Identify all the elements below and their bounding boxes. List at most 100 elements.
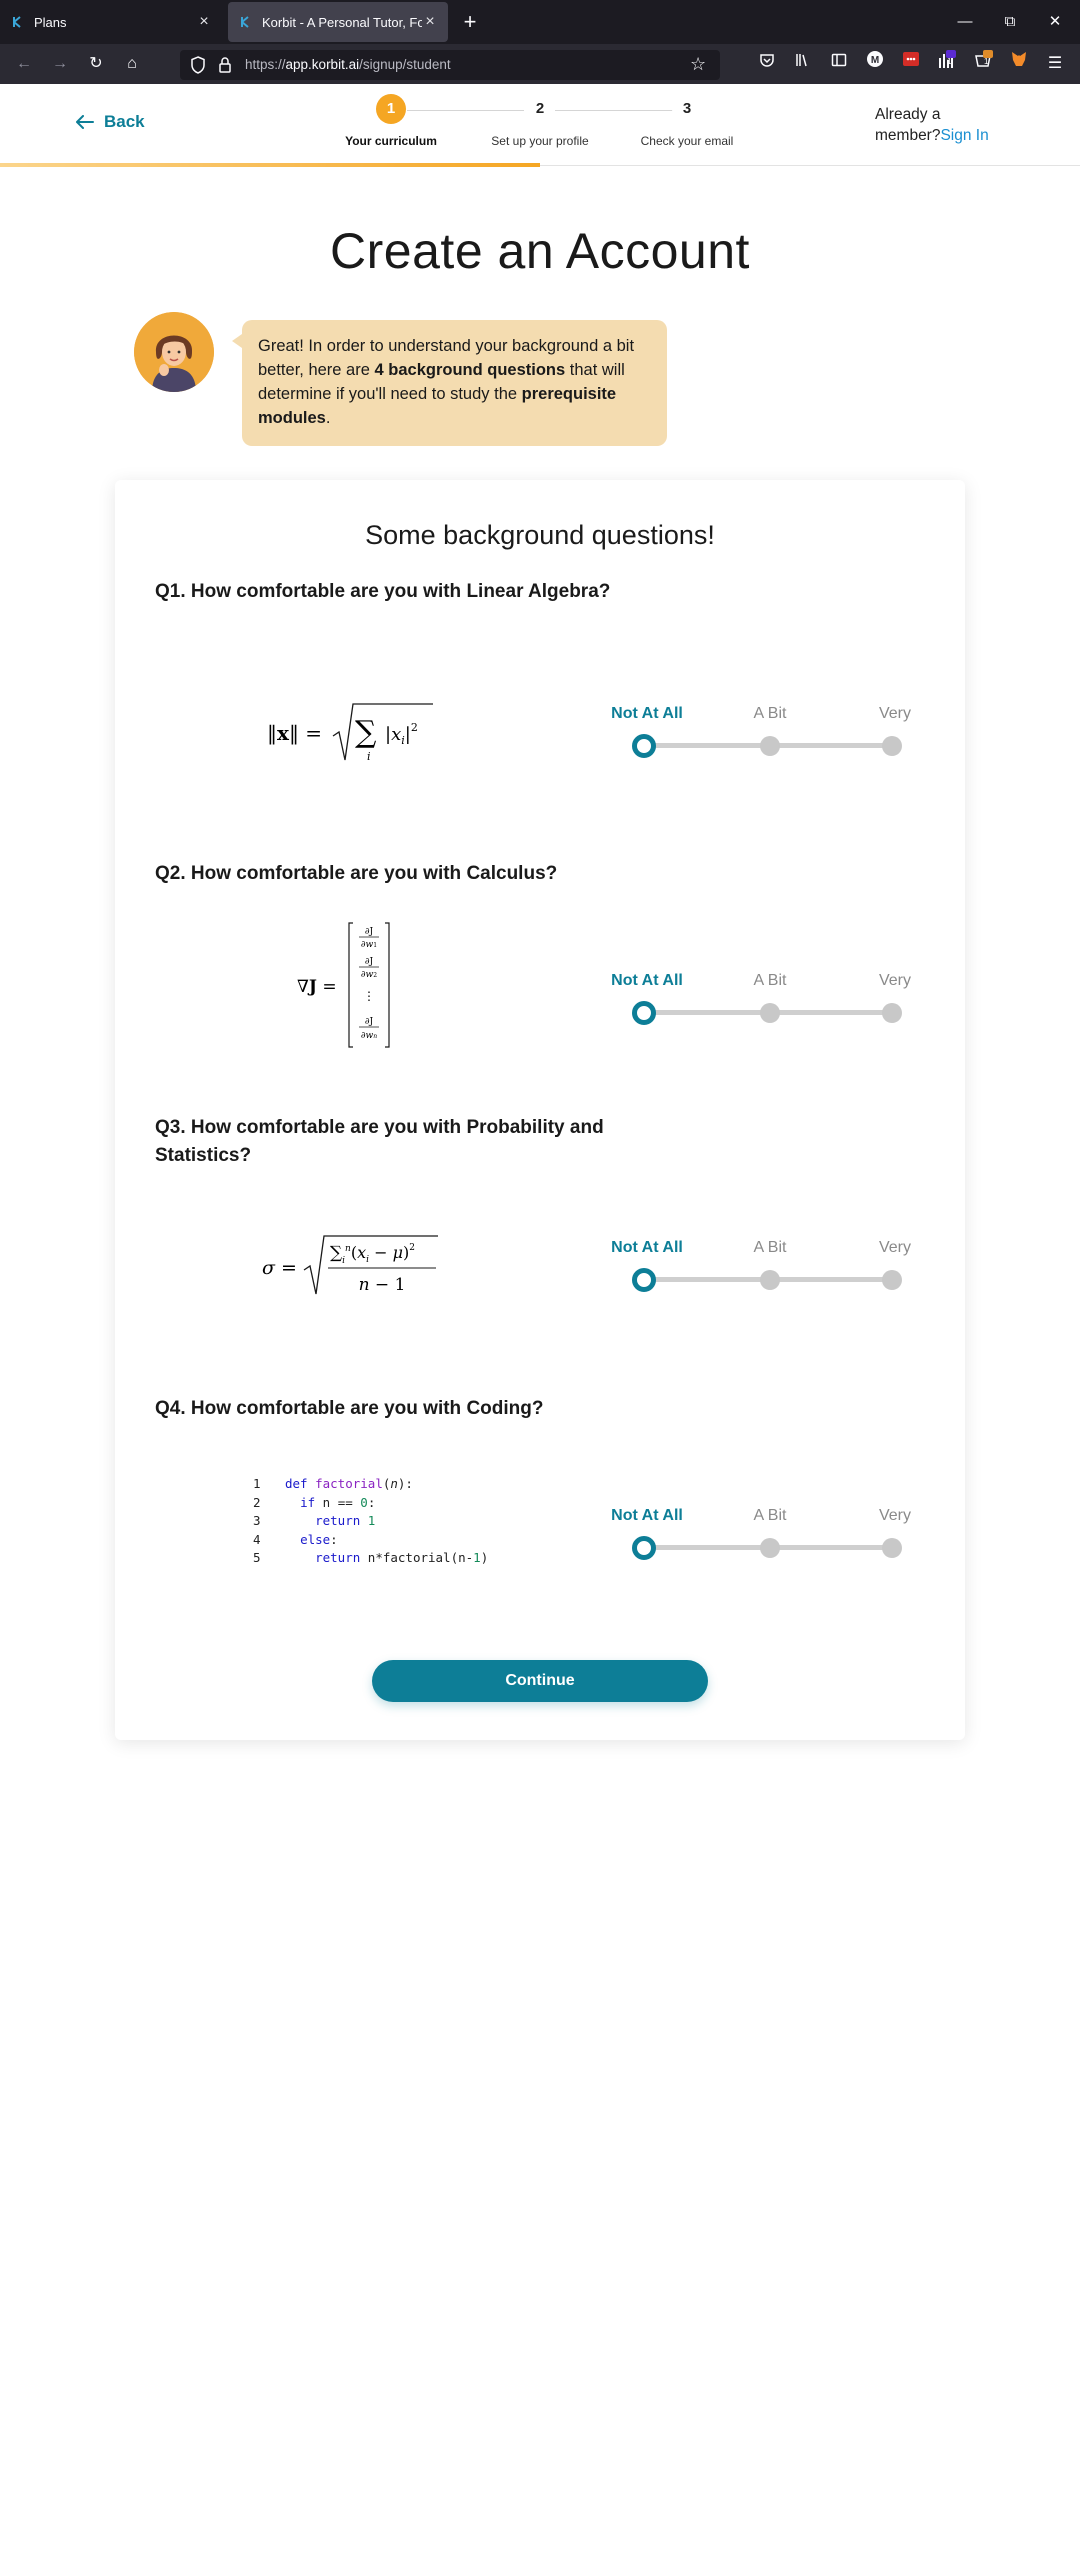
browser-nav-bar: ← → ↻ ⌂ https://app.korbit.ai/signup/stu… [0,44,1080,84]
step-set-up-profile: 2 Set up your profile [475,94,605,148]
restore-icon[interactable]: ⧉ [996,8,1024,36]
korbit-favicon-icon [238,15,252,29]
home-icon[interactable]: ⌂ [118,50,146,78]
url-text[interactable]: https://app.korbit.ai/signup/student [245,57,451,72]
intro-bold-questions: 4 background questions [374,361,566,379]
tutor-avatar [134,312,214,392]
slider-stop-a-bit[interactable] [760,1270,780,1290]
forward-arrow-icon[interactable]: → [46,50,74,78]
slider-handle[interactable] [632,1001,656,1025]
step-your-curriculum: 1 Your curriculum [326,94,456,148]
library-icon[interactable] [789,50,817,78]
slider-label-very[interactable]: Very [879,705,911,723]
step-number: 1 [376,94,406,124]
lastpass-icon[interactable] [897,50,925,78]
url-prefix: https:// [245,57,286,72]
question-3: Q3. How comfortable are you with Probabi… [155,1117,604,1166]
code-line-number: 3 [253,1513,261,1528]
url-path: /signup/student [359,57,451,72]
intro-text: . [325,409,331,427]
svg-text:∂J: ∂J [365,957,374,967]
url-bar[interactable]: https://app.korbit.ai/signup/student ☆ [180,50,720,80]
svg-text:σ =: σ = [262,1257,297,1279]
tab-korbit[interactable]: Korbit - A Personal Tutor, For Eve × [228,2,448,42]
svg-text:∂w2: ∂w2 [361,970,377,980]
back-label: Back [104,112,145,131]
svg-text:∂J: ∂J [365,927,374,937]
korbit-favicon-icon [10,15,24,29]
slider-label-a-bit[interactable]: A Bit [754,1507,787,1525]
sidebar-icon[interactable] [825,50,853,78]
m-extension-icon[interactable]: M [861,50,889,78]
step-number: 2 [525,94,555,124]
code-line-number: 1 [253,1476,261,1491]
slider-label-very[interactable]: Very [879,1239,911,1257]
svg-text:∇J =: ∇J = [297,977,337,997]
slider-label-not-at-all[interactable]: Not At All [611,1507,683,1525]
slider-label-a-bit[interactable]: A Bit [754,1239,787,1257]
step-number: 3 [672,94,702,124]
q1-comfort-slider[interactable]: Not At All A Bit Very [610,705,930,765]
shield-icon[interactable] [190,56,206,79]
slider-handle[interactable] [632,1268,656,1292]
step-check-email: 3 Check your email [622,94,752,148]
code-line-number: 2 [253,1494,261,1510]
q3-comfort-slider[interactable]: Not At All A Bit Very [610,1239,930,1299]
slider-stop-a-bit[interactable] [760,1003,780,1023]
code-line-number: 5 [253,1550,261,1565]
slider-label-a-bit[interactable]: A Bit [754,705,787,723]
pocket-icon[interactable] [753,50,781,78]
tab-plans[interactable]: Plans × [0,2,222,42]
already-member-text: Already a member? [875,106,941,144]
svg-text:|xi|2: |xi|2 [385,721,418,747]
back-link[interactable]: Back [76,112,145,132]
slider-handle[interactable] [632,734,656,758]
hamburger-menu-icon[interactable]: ☰ [1041,50,1069,78]
bookmark-star-icon[interactable]: ☆ [690,54,706,75]
close-tab-icon[interactable]: × [422,13,438,31]
slider-stop-very[interactable] [882,1538,902,1558]
svg-text:∑in(xi − μ)2: ∑in(xi − μ)2 [330,1243,415,1266]
notification-badge: 1 [984,57,989,66]
browser-tab-bar: Plans × Korbit - A Personal Tutor, For E… [0,0,1080,44]
continue-button[interactable]: Continue [372,1660,708,1702]
signup-progress-bar [0,163,540,167]
q4-comfort-slider[interactable]: Not At All A Bit Very [610,1507,930,1567]
close-window-icon[interactable]: ✕ [1041,8,1069,36]
q2-comfort-slider[interactable]: Not At All A Bit Very [610,972,930,1032]
lock-icon[interactable] [218,56,232,79]
card-title: Some background questions! [365,520,715,550]
slider-stop-very[interactable] [882,1003,902,1023]
slider-label-a-bit[interactable]: A Bit [754,972,787,990]
svg-text:∂J: ∂J [365,1017,374,1027]
back-arrow-icon[interactable]: ← [10,50,38,78]
slider-stop-very[interactable] [882,736,902,756]
page-title: Create an Account [330,223,750,279]
svg-text:i: i [367,750,371,763]
slider-label-not-at-all[interactable]: Not At All [611,972,683,990]
metamask-fox-icon[interactable] [1005,50,1033,78]
step-label: Check your email [640,134,734,148]
slider-handle[interactable] [632,1536,656,1560]
svg-text:∑: ∑ [355,715,377,750]
slider-stop-very[interactable] [882,1270,902,1290]
stats-extension-icon[interactable]: 1 [933,50,961,78]
slider-label-very[interactable]: Very [879,972,911,990]
step-label: Your curriculum [345,134,437,148]
slider-label-very[interactable]: Very [879,1507,911,1525]
question-1: Q1. How comfortable are you with Linear … [155,581,611,602]
std-dev-formula: σ = ∑in(xi − μ)2 n − 1 [215,1230,485,1300]
slider-stop-a-bit[interactable] [760,1538,780,1558]
svg-text:M: M [871,55,879,66]
sign-in-link[interactable]: Sign In [940,127,988,144]
minimize-icon[interactable]: — [951,8,979,36]
shop-extension-icon[interactable]: 1 [969,50,997,78]
reload-icon[interactable]: ↻ [82,50,110,78]
new-tab-button[interactable]: + [458,8,482,36]
norm-formula: ‖x‖ = ∑ i |xi|2 [215,698,485,768]
slider-label-not-at-all[interactable]: Not At All [611,1239,683,1257]
close-tab-icon[interactable]: × [196,13,212,31]
slider-stop-a-bit[interactable] [760,736,780,756]
background-questions-card: Some background questions! Q1. How comfo… [115,480,965,1740]
slider-label-not-at-all[interactable]: Not At All [611,705,683,723]
